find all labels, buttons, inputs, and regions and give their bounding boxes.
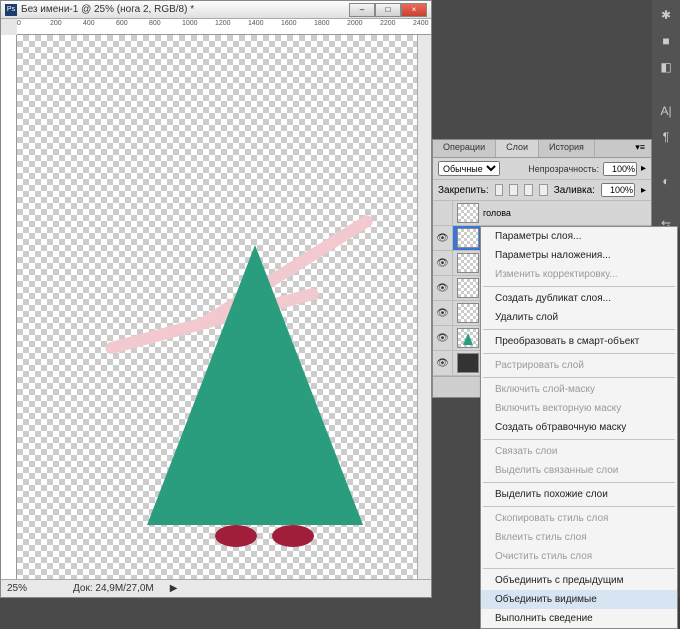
menu-separator xyxy=(483,329,675,330)
document-window: Ps Без имени-1 @ 25% (нога 2, RGB/8) * –… xyxy=(0,0,432,598)
menu-separator xyxy=(483,377,675,378)
fill-arrow-icon[interactable]: ▸ xyxy=(641,185,646,196)
menu-separator xyxy=(483,439,675,440)
menu-item[interactable]: Параметры слоя... xyxy=(481,227,677,246)
ruler-tick: 0 xyxy=(17,20,21,27)
menu-item: Изменить корректировку... xyxy=(481,265,677,284)
tab-layers[interactable]: Слои xyxy=(496,140,539,157)
ruler-tick: 2000 xyxy=(347,20,363,27)
toolbar-icon[interactable]: ✱ xyxy=(657,6,675,24)
toolbar-icon[interactable]: A| xyxy=(657,102,675,120)
menu-item[interactable]: Преобразовать в смарт-объект xyxy=(481,332,677,351)
layer-thumbnail[interactable] xyxy=(457,353,479,373)
blend-mode-select[interactable]: Обычные xyxy=(438,161,500,176)
menu-item: Выделить связанные слои xyxy=(481,461,677,480)
menu-item: Очистить стиль слоя xyxy=(481,547,677,566)
fill-input[interactable] xyxy=(601,183,635,197)
layer-thumbnail[interactable] xyxy=(457,328,479,348)
ruler-tick: 1000 xyxy=(182,20,198,27)
menu-item: Включить слой-маску xyxy=(481,380,677,399)
ruler-vertical[interactable] xyxy=(1,35,17,579)
titlebar[interactable]: Ps Без имени-1 @ 25% (нога 2, RGB/8) * –… xyxy=(1,1,431,19)
ruler-tick: 1600 xyxy=(281,20,297,27)
lock-pixels-icon[interactable] xyxy=(509,184,518,196)
toolbar-icon[interactable]: ◧ xyxy=(657,58,675,76)
ruler-tick: 1400 xyxy=(248,20,264,27)
opacity-label: Непрозрачность: xyxy=(528,164,599,174)
zoom-value[interactable]: 25% xyxy=(7,583,57,594)
ruler-tick: 200 xyxy=(50,20,62,27)
visibility-icon[interactable]: 👁 xyxy=(433,301,453,325)
scrollbar-vertical[interactable] xyxy=(417,35,431,579)
ps-icon: Ps xyxy=(5,4,17,16)
artwork-body xyxy=(147,245,363,525)
ruler-tick: 400 xyxy=(83,20,95,27)
menu-item: Включить векторную маску xyxy=(481,399,677,418)
menu-item: Связать слои xyxy=(481,442,677,461)
layer-row[interactable]: голова xyxy=(433,201,651,226)
menu-item: Скопировать стиль слоя xyxy=(481,509,677,528)
layer-thumbnail[interactable] xyxy=(457,253,479,273)
doc-size: Док: 24,9M/27,0M xyxy=(73,583,154,594)
menu-separator xyxy=(483,286,675,287)
ruler-tick: 2200 xyxy=(380,20,396,27)
context-menu: Параметры слоя...Параметры наложения...И… xyxy=(480,226,678,629)
window-title: Без имени-1 @ 25% (нога 2, RGB/8) * xyxy=(21,4,349,15)
ruler-tick: 800 xyxy=(149,20,161,27)
opacity-arrow-icon[interactable]: ▸ xyxy=(641,163,646,174)
menu-item[interactable]: Создать дубликат слоя... xyxy=(481,289,677,308)
menu-separator xyxy=(483,568,675,569)
panel-menu-icon[interactable]: ▾≡ xyxy=(629,140,651,157)
fill-label: Заливка: xyxy=(554,185,595,196)
menu-separator xyxy=(483,506,675,507)
layer-thumbnail[interactable] xyxy=(457,203,479,223)
lock-all-icon[interactable] xyxy=(539,184,548,196)
minimize-button[interactable]: – xyxy=(349,3,375,17)
menu-item[interactable]: Создать обтравочную маску xyxy=(481,418,677,437)
opacity-input[interactable] xyxy=(603,162,637,176)
maximize-button[interactable]: □ xyxy=(375,3,401,17)
visibility-icon[interactable]: 👁 xyxy=(433,251,453,275)
layer-thumbnail[interactable] xyxy=(457,278,479,298)
ruler-horizontal[interactable]: 0 200 400 600 800 1000 1200 1400 1600 1800 2000 220… xyxy=(17,19,431,35)
menu-item[interactable]: Объединить с предыдущим xyxy=(481,571,677,590)
statusbar-arrow-icon[interactable]: ▶ xyxy=(170,583,178,594)
menu-item[interactable]: Выполнить сведение xyxy=(481,609,677,628)
ruler-tick: 2400 xyxy=(413,20,429,27)
visibility-icon[interactable]: 👁 xyxy=(433,226,453,250)
canvas[interactable] xyxy=(17,35,429,579)
artwork-foot xyxy=(215,525,257,547)
close-button[interactable]: × xyxy=(401,3,427,17)
toolbar-icon[interactable]: ■ xyxy=(657,32,675,50)
artwork-foot xyxy=(272,525,314,547)
menu-item[interactable]: Параметры наложения... xyxy=(481,246,677,265)
statusbar: 25% Док: 24,9M/27,0M ▶ xyxy=(1,579,431,597)
menu-separator xyxy=(483,482,675,483)
menu-item[interactable]: Выделить похожие слои xyxy=(481,485,677,504)
lock-transparency-icon[interactable] xyxy=(495,184,504,196)
visibility-icon[interactable]: 👁 xyxy=(433,326,453,350)
layer-thumbnail[interactable] xyxy=(457,303,479,323)
menu-item: Растрировать слой xyxy=(481,356,677,375)
ruler-tick: 1800 xyxy=(314,20,330,27)
tab-history[interactable]: История xyxy=(539,140,595,157)
panel-tabs: Операции Слои История ▾≡ xyxy=(433,140,651,158)
tab-actions[interactable]: Операции xyxy=(433,140,496,157)
visibility-icon[interactable]: 👁 xyxy=(433,351,453,375)
menu-separator xyxy=(483,353,675,354)
toolbar-icon[interactable]: ¶ xyxy=(657,128,675,146)
layer-name[interactable]: голова xyxy=(483,208,511,218)
lock-label: Закрепить: xyxy=(438,185,489,196)
menu-item[interactable]: Удалить слой xyxy=(481,308,677,327)
ruler-tick: 600 xyxy=(116,20,128,27)
menu-item[interactable]: Объединить видимые xyxy=(481,590,677,609)
menu-item: Вклеить стиль слоя xyxy=(481,528,677,547)
layer-thumbnail[interactable] xyxy=(457,228,479,248)
toolbar-icon[interactable]: ◐ xyxy=(657,172,675,190)
lock-position-icon[interactable] xyxy=(524,184,533,196)
visibility-icon[interactable]: 👁 xyxy=(433,276,453,300)
ruler-tick: 1200 xyxy=(215,20,231,27)
visibility-icon[interactable] xyxy=(433,201,453,225)
